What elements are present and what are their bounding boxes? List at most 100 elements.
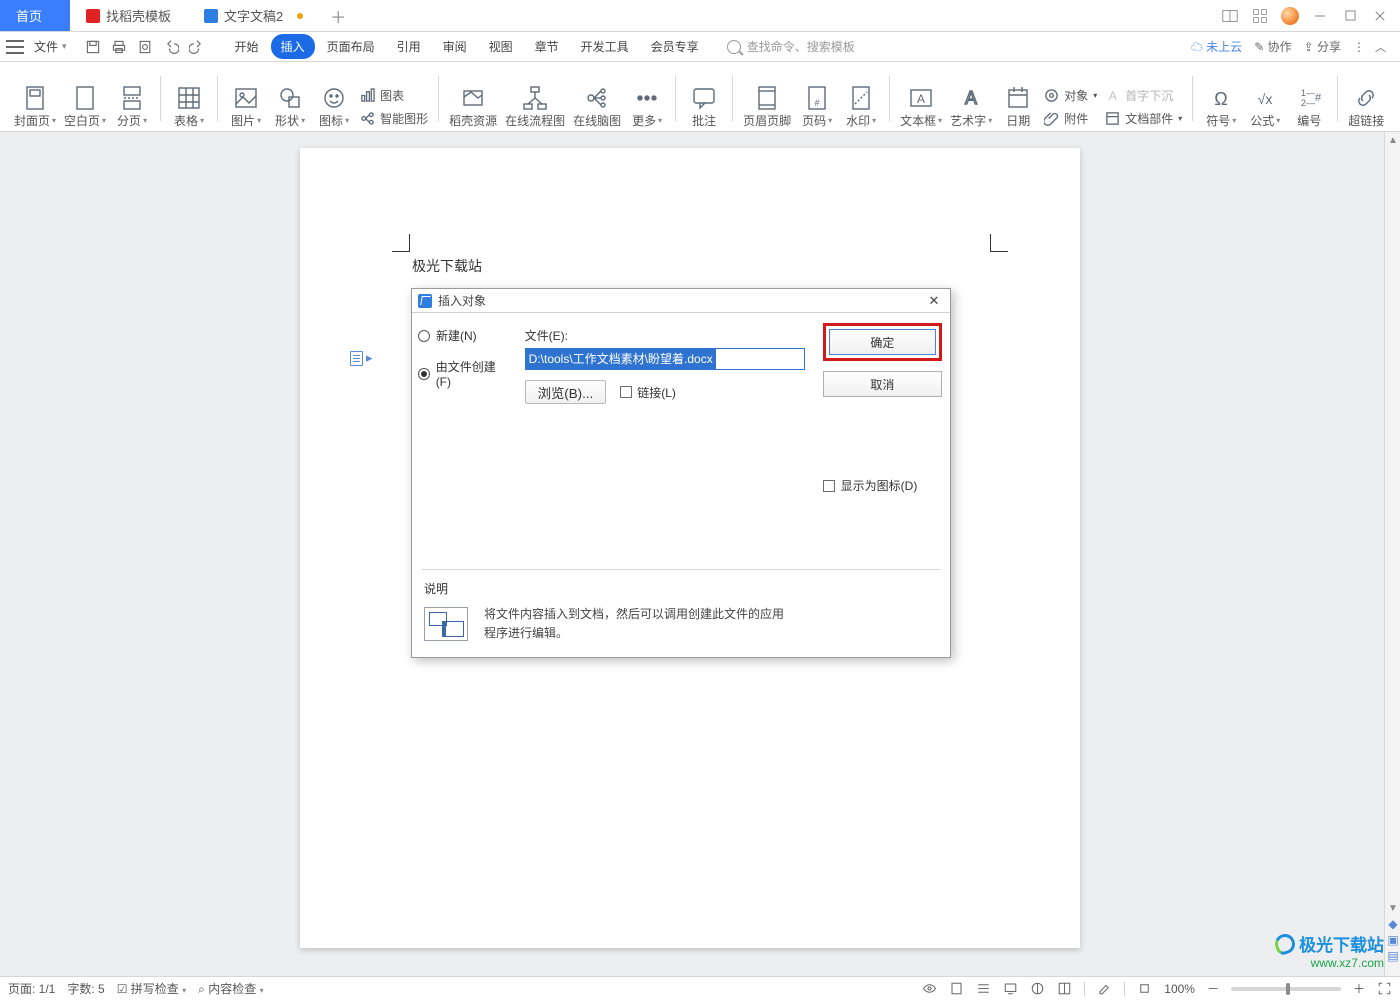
btn-textbox[interactable]: A文本框▾: [896, 84, 946, 131]
wps-app-icon: [418, 294, 432, 308]
btn-icons[interactable]: 图标▾: [312, 84, 356, 131]
share-button[interactable]: ⇪ 分享: [1304, 38, 1341, 55]
btn-wordart[interactable]: A艺术字▾: [946, 84, 996, 131]
apps-grid-icon[interactable]: [1250, 6, 1270, 26]
dialog-title: 插入对象: [438, 292, 486, 309]
btn-flowchart[interactable]: 在线流程图: [501, 84, 569, 131]
scroll-down-icon[interactable]: ▼: [1385, 900, 1400, 916]
cancel-button[interactable]: 取消: [823, 371, 942, 397]
zoom-value[interactable]: 100%: [1164, 982, 1195, 996]
radio-new[interactable]: 新建(N): [418, 327, 509, 344]
new-tab-button[interactable]: ＋: [320, 0, 356, 31]
qat-undo-icon[interactable]: [163, 39, 179, 55]
link-checkbox[interactable]: 链接(L): [620, 384, 676, 401]
collab-button[interactable]: ✎ 协作: [1254, 38, 1291, 55]
btn-smart-graphic[interactable]: 智能图形: [360, 110, 428, 127]
btn-watermark[interactable]: 水印▾: [839, 84, 883, 131]
view-split-icon[interactable]: [1057, 981, 1072, 996]
zoom-in-button[interactable]: ＋: [1353, 980, 1365, 997]
window-maximize[interactable]: [1340, 6, 1360, 26]
btn-equation[interactable]: √x公式▾: [1243, 84, 1287, 131]
btn-chart[interactable]: 图表: [360, 87, 428, 104]
dialog-close-button[interactable]: ✕: [924, 293, 944, 309]
templates-icon: [86, 9, 100, 23]
zoom-slider[interactable]: [1231, 987, 1341, 991]
btn-doc-parts[interactable]: 文档部件▾: [1105, 110, 1182, 127]
zoom-out-button[interactable]: －: [1207, 980, 1219, 997]
ribtab-sections[interactable]: 章节: [525, 34, 569, 59]
file-menu[interactable]: 文件▾: [30, 38, 71, 55]
file-path-input[interactable]: D:\tools\工作文档素材\盼望着.docx: [525, 348, 805, 370]
status-spellcheck[interactable]: ☑ 拼写检查 ▾: [117, 980, 186, 997]
btn-picture[interactable]: 图片▾: [224, 84, 268, 131]
tab-home[interactable]: 首页: [0, 0, 70, 31]
btn-assets[interactable]: 稻壳资源: [445, 84, 501, 131]
ribtab-insert[interactable]: 插入: [271, 34, 315, 59]
cloud-status[interactable]: ☁ 未上云: [1191, 38, 1242, 55]
user-avatar[interactable]: [1280, 6, 1300, 26]
status-words[interactable]: 字数: 5: [67, 980, 104, 997]
btn-dropcap[interactable]: A首字下沉: [1105, 87, 1182, 104]
btn-date[interactable]: 日期: [996, 84, 1040, 131]
btn-mindmap[interactable]: 在线脑图: [569, 84, 625, 131]
scroll-up-icon[interactable]: ▲: [1385, 132, 1400, 148]
vertical-scrollbar[interactable]: ▲ ▼ ◆ ▣ ▤: [1384, 132, 1400, 976]
qat-print-icon[interactable]: [111, 39, 127, 55]
view-eye-icon[interactable]: [922, 981, 937, 996]
layout-toggle-icon[interactable]: [1220, 6, 1240, 26]
dialog-description: 说明 将文件内容插入到文档，然后可以调用创建此文件的应用程序进行编辑。: [422, 569, 940, 657]
qat-preview-icon[interactable]: [137, 39, 153, 55]
btn-numbering[interactable]: 1—2—#编号: [1287, 84, 1331, 131]
ok-highlight: 确定: [823, 323, 942, 361]
tab-document[interactable]: 文字文稿2: [188, 0, 320, 31]
fit-icon[interactable]: [1137, 981, 1152, 996]
hamburger-icon[interactable]: [6, 40, 24, 54]
btn-attachment[interactable]: 附件: [1044, 110, 1097, 127]
side-tool-icon[interactable]: ◆: [1385, 916, 1400, 932]
show-as-icon-checkbox[interactable]: 显示为图标(D): [823, 477, 942, 494]
side-tool-icon[interactable]: ▣: [1385, 932, 1400, 948]
btn-page-break[interactable]: 分页▾: [110, 84, 154, 131]
doc-icon: [204, 9, 218, 23]
more-menu-icon[interactable]: ⋮: [1353, 40, 1363, 54]
status-page[interactable]: 页面: 1/1: [8, 980, 55, 997]
dialog-titlebar[interactable]: 插入对象 ✕: [412, 289, 950, 313]
ribtab-start[interactable]: 开始: [225, 34, 269, 59]
ok-button[interactable]: 确定: [829, 329, 936, 355]
ribtab-member[interactable]: 会员专享: [641, 34, 709, 59]
collapse-ribbon-icon[interactable]: ︿: [1375, 39, 1386, 55]
view-read-icon[interactable]: [1030, 981, 1045, 996]
btn-page-number[interactable]: #页码▾: [795, 84, 839, 131]
btn-shapes[interactable]: 形状▾: [268, 84, 312, 131]
ribtab-view[interactable]: 视图: [479, 34, 523, 59]
window-minimize[interactable]: [1310, 6, 1330, 26]
btn-hyperlink[interactable]: 超链接: [1344, 84, 1388, 131]
view-web-icon[interactable]: [1003, 981, 1018, 996]
browse-button[interactable]: 浏览(B)...: [525, 380, 607, 404]
window-close[interactable]: [1370, 6, 1390, 26]
view-outline-icon[interactable]: [976, 981, 991, 996]
ribtab-layout[interactable]: 页面布局: [317, 34, 385, 59]
ribtab-devtools[interactable]: 开发工具: [571, 34, 639, 59]
btn-comment[interactable]: 批注: [682, 84, 726, 131]
qat-redo-icon[interactable]: [189, 39, 205, 55]
tab-templates[interactable]: 找稻壳模板: [70, 0, 188, 31]
status-contentcheck[interactable]: ⌕ 内容检查 ▾: [198, 980, 263, 997]
btn-table[interactable]: 表格▾: [167, 84, 211, 131]
btn-object[interactable]: 对象▾: [1044, 87, 1097, 104]
btn-blank-page[interactable]: 空白页▾: [60, 84, 110, 131]
btn-symbol[interactable]: Ω符号▾: [1199, 84, 1243, 131]
qat-save-icon[interactable]: [85, 39, 101, 55]
side-tool-icon[interactable]: ▤: [1385, 948, 1400, 964]
titlebar: 首页 找稻壳模板 文字文稿2 ＋: [0, 0, 1400, 32]
radio-from-file[interactable]: 由文件创建(F): [418, 358, 509, 389]
edit-mode-icon[interactable]: [1097, 981, 1112, 996]
command-search[interactable]: 查找命令、搜索模板: [727, 38, 855, 55]
ribtab-references[interactable]: 引用: [387, 34, 431, 59]
fullscreen-icon[interactable]: [1377, 981, 1392, 996]
btn-cover-page[interactable]: 封面页▾: [10, 84, 60, 131]
ribtab-review[interactable]: 审阅: [433, 34, 477, 59]
view-page-icon[interactable]: [949, 981, 964, 996]
btn-header-footer[interactable]: 页眉页脚: [739, 84, 795, 131]
btn-more[interactable]: 更多▾: [625, 84, 669, 131]
